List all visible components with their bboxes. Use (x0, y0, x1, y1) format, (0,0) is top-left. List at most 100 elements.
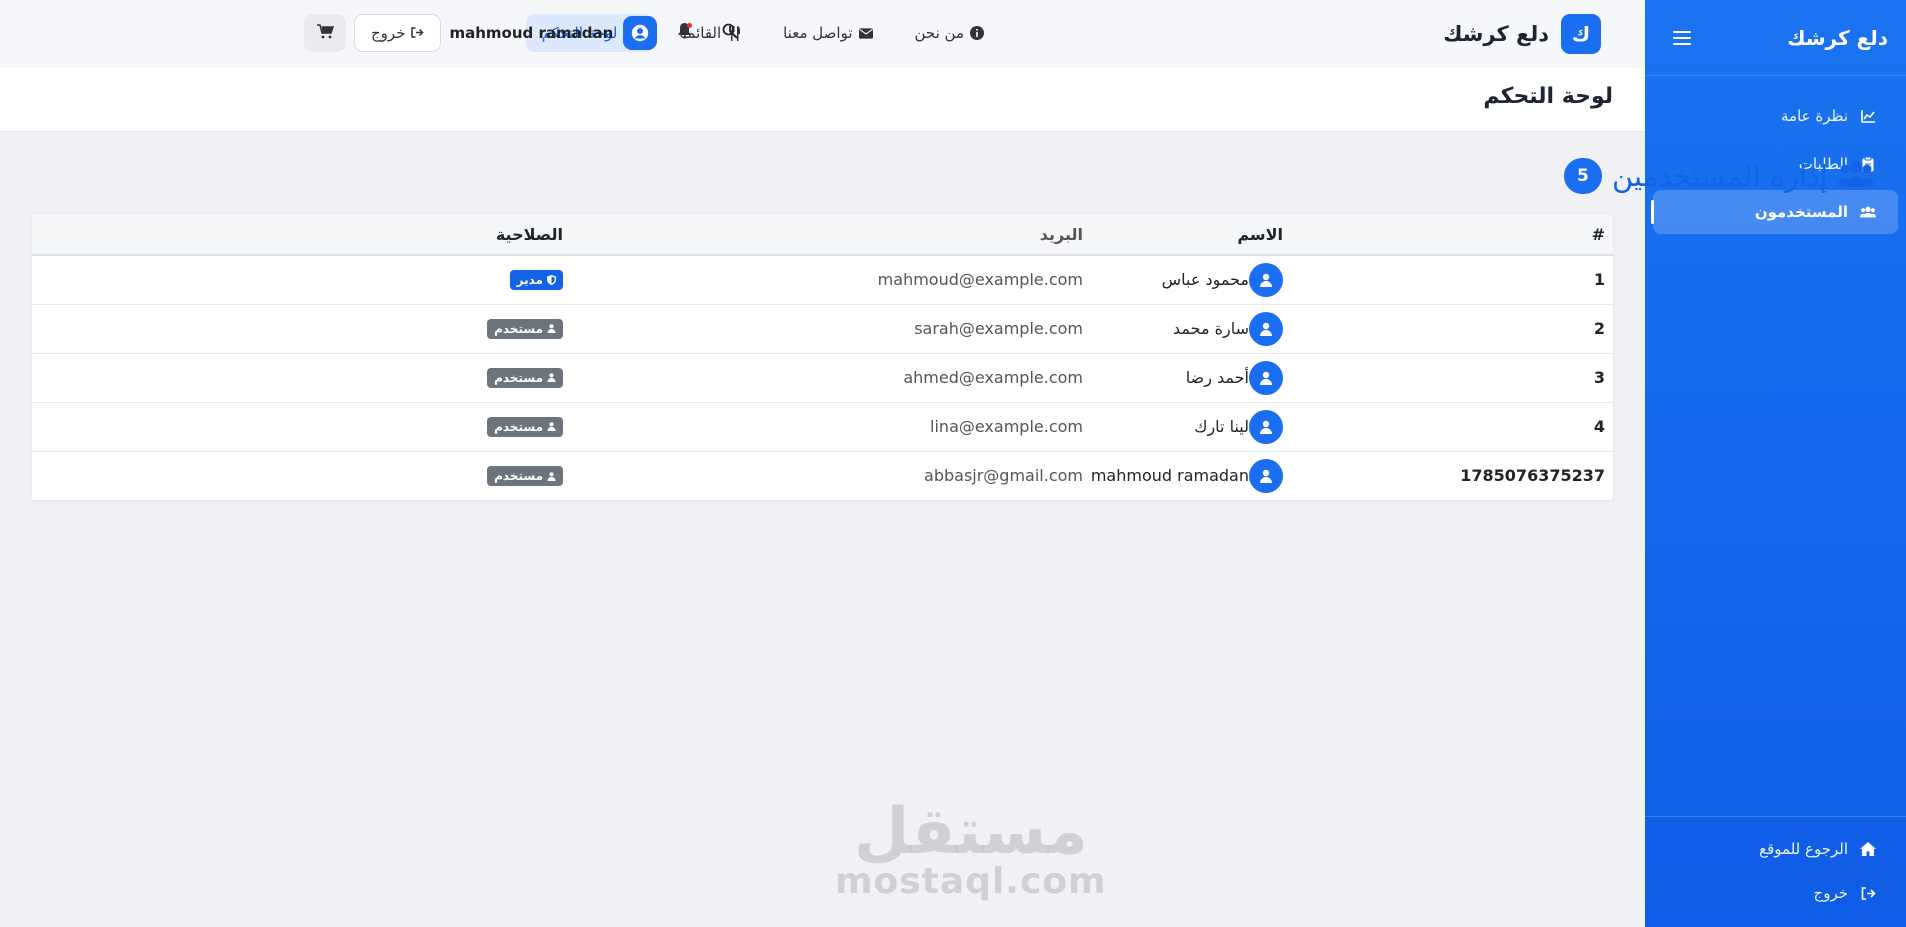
user-icon (547, 324, 556, 334)
user-name: لينا تارك (1194, 417, 1249, 436)
users-icon (1838, 160, 1874, 192)
user-email: mahmoud@example.com (563, 255, 1083, 305)
hamburger-menu-icon[interactable] (1673, 30, 1691, 45)
home-icon (1860, 841, 1876, 857)
sidebar-item-label: المستخدمون (1754, 203, 1848, 221)
shield-icon (547, 274, 556, 285)
logout-label: خروج (371, 24, 406, 42)
search-icon (722, 23, 739, 43)
sidebar-item-back-to-site[interactable]: الرجوع للموقع (1653, 829, 1898, 869)
navbar-tools: mahmoud ramadan خروج (304, 14, 749, 52)
table-row[interactable]: 2 سارة محمد sarah@example.com مستخدم (32, 304, 1613, 354)
notifications-button[interactable] (665, 14, 703, 52)
watermark-logo: مستقل mostaql.com (835, 800, 1107, 900)
section-heading: إدارة المستخدمين 5 (1563, 158, 1874, 194)
logout-button[interactable]: خروج (354, 14, 442, 52)
nav-about[interactable]: من نحن (899, 14, 1001, 52)
user-role-cell: مستخدم (32, 402, 563, 452)
sidebar-nav: نظرة عامة الطلبات المستخدمون (1645, 76, 1906, 234)
user-name-cell: mahmoud ramadan (1083, 451, 1283, 500)
role-badge-user: مستخدم (487, 318, 563, 339)
user-name-cell: لينا تارك (1083, 402, 1283, 452)
page-title: لوحة التحكم (1483, 84, 1613, 109)
user-email: sarah@example.com (563, 304, 1083, 354)
user-name-cell: محمود عباس (1083, 255, 1283, 305)
role-label: مستخدم (494, 370, 543, 385)
sidebar-item-overview[interactable]: نظرة عامة (1653, 94, 1898, 138)
user-name-cell: سارة محمد (1083, 304, 1283, 354)
user-id: 1785076375237 (1460, 466, 1605, 486)
envelope-icon (858, 26, 873, 40)
role-label: مستخدم (494, 419, 543, 434)
section-title: إدارة المستخدمين (1611, 159, 1828, 193)
shopping-cart-icon (316, 23, 334, 43)
user-avatar-icon (1249, 360, 1283, 395)
user-count-badge: 5 (1563, 158, 1602, 194)
chart-line-icon (1860, 108, 1876, 124)
role-label: مستخدم (494, 321, 543, 336)
brand-logo: ك (1561, 14, 1601, 54)
sidebar-brand[interactable]: دلع كرشك (1787, 26, 1888, 50)
user-menu[interactable]: mahmoud ramadan (449, 16, 658, 50)
info-circle-icon (970, 26, 984, 40)
cart-button[interactable] (304, 14, 346, 52)
user-id: 4 (1283, 402, 1613, 452)
user-role-cell: مدير (32, 255, 563, 305)
table-header-row: # الاسم البريد الصلاحية (32, 214, 1613, 256)
sidebar-item-label: خروج (1813, 884, 1848, 902)
role-label: مستخدم (494, 469, 543, 483)
users-table-container: # الاسم البريد الصلاحية 1 محمود عباس mah… (32, 214, 1613, 500)
column-header-email: البريد (563, 214, 1083, 256)
role-badge-user: مستخدم (487, 367, 563, 388)
table-row[interactable]: 1 محمود عباس mahmoud@example.com مدير (32, 255, 1613, 305)
nav-label: من نحن (914, 24, 965, 42)
user-name: mahmoud ramadan (449, 24, 614, 42)
user-id: 2 (1283, 304, 1613, 354)
sign-out-icon (411, 24, 425, 42)
sidebar-item-label: الرجوع للموقع (1759, 840, 1848, 858)
user-role-cell: مستخدم (32, 451, 563, 500)
user-avatar-icon (1249, 458, 1283, 493)
role-label: مدير (516, 272, 543, 287)
user-email: abbasjr@gmail.com (924, 466, 1083, 486)
user-avatar-icon (1249, 311, 1283, 346)
user-name: سارة محمد (1172, 319, 1249, 338)
user-id: 3 (1283, 353, 1613, 403)
table-row[interactable]: 3 أحمد رضا ahmed@example.com مستخدم (32, 353, 1613, 403)
user-name: محمود عباس (1161, 270, 1249, 290)
page-header: لوحة التحكم (0, 68, 1645, 132)
user-name-cell: أحمد رضا (1083, 353, 1283, 403)
user-icon (547, 471, 556, 481)
role-badge-admin: مدير (509, 269, 563, 290)
role-badge-user: مستخدم (487, 416, 563, 437)
sidebar-item-label: نظرة عامة (1781, 107, 1848, 125)
table-row[interactable]: 1785076375237 mahmoud ramadan abbasjr@gm… (32, 451, 1613, 500)
top-navbar: ك دلع كرشك من نحن تواصل معنا القائمة لوح… (0, 0, 1645, 68)
sign-out-icon (1860, 885, 1876, 901)
user-name: أحمد رضا (1185, 368, 1249, 387)
sidebar: دلع كرشك نظرة عامة الطلبات المستخدمون ال… (1645, 0, 1906, 927)
brand-name: دلع كرشك (1443, 22, 1549, 46)
user-email: ahmed@example.com (563, 353, 1083, 403)
user-role-cell: مستخدم (32, 353, 563, 403)
user-email: lina@example.com (563, 402, 1083, 452)
sidebar-item-logout[interactable]: خروج (1653, 873, 1898, 913)
search-button[interactable] (711, 14, 749, 52)
nav-label: تواصل معنا (783, 24, 853, 42)
role-badge-user: مستخدم (487, 466, 563, 486)
sidebar-item-users[interactable]: المستخدمون (1651, 190, 1898, 234)
user-id: 1 (1283, 255, 1613, 305)
user-avatar-icon (1249, 409, 1283, 444)
user-avatar-icon (1249, 262, 1283, 297)
table-row[interactable]: 4 لينا تارك lina@example.com مستخدم (32, 402, 1613, 452)
user-role-cell: مستخدم (32, 304, 563, 354)
column-header-role: الصلاحية (32, 214, 563, 256)
nav-contact[interactable]: تواصل معنا (767, 14, 888, 52)
sidebar-header: دلع كرشك (1645, 0, 1906, 76)
sidebar-footer: الرجوع للموقع خروج (1645, 816, 1906, 927)
user-icon (547, 422, 556, 432)
users-table: # الاسم البريد الصلاحية 1 محمود عباس mah… (32, 214, 1613, 500)
site-brand[interactable]: ك دلع كرشك (1443, 14, 1601, 54)
users-icon (1860, 204, 1876, 220)
column-header-id: # (1283, 214, 1613, 256)
